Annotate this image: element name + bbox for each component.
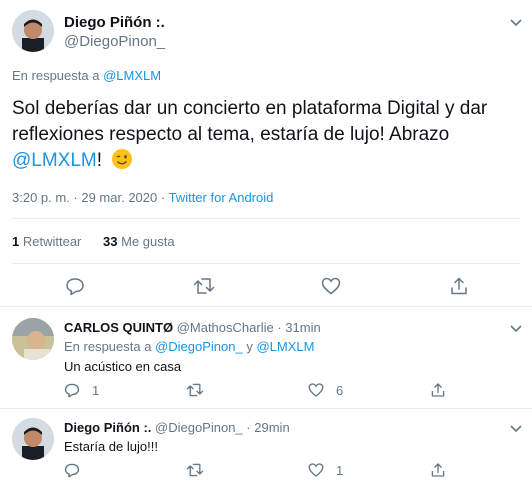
- reply-to-link[interactable]: @LMXLM: [103, 68, 161, 83]
- reply-header: CARLOS QUINTØ @MathosCharlie · 31min: [64, 320, 321, 335]
- author-name[interactable]: Diego Piñón :.: [64, 420, 151, 435]
- tweet-text: Sol deberías dar un concierto en platafo…: [12, 96, 522, 174]
- like-count: 1: [336, 462, 344, 478]
- retweets-stat[interactable]: 1 Retwittear: [12, 234, 85, 249]
- likes-stat[interactable]: 33 Me gusta: [103, 234, 175, 249]
- reply-text: Un acústico en casa: [64, 359, 182, 374]
- retweet-button[interactable]: [186, 382, 204, 398]
- reply-to-link[interactable]: @DiegoPinon_: [155, 339, 243, 354]
- reply-button[interactable]: [65, 276, 85, 296]
- mention-link[interactable]: @LMXLM: [12, 150, 97, 171]
- share-button[interactable]: [430, 382, 446, 398]
- reply-context: En respuesta a @DiegoPinon_ y @LMXLM: [64, 339, 314, 354]
- share-icon: [431, 463, 445, 477]
- author-handle[interactable]: @DiegoPinon_: [64, 33, 165, 50]
- like-count: 6: [336, 382, 344, 398]
- dot-separator: ·: [246, 420, 251, 435]
- share-icon: [451, 277, 467, 295]
- reply-header: Diego Piñón :. @DiegoPinon_ · 29min: [64, 420, 290, 435]
- retweet-button[interactable]: [186, 462, 204, 478]
- retweet-button[interactable]: [193, 276, 215, 296]
- source-link[interactable]: Twitter for Android: [169, 190, 274, 205]
- share-icon: [431, 383, 445, 397]
- author-handle[interactable]: @DiegoPinon_: [155, 420, 243, 435]
- reply-join: y: [242, 339, 257, 354]
- timestamp[interactable]: 3:20 p. m. · 29 mar. 2020 ·: [12, 190, 169, 205]
- like-button[interactable]: 1: [308, 462, 343, 478]
- like-icon: [321, 277, 341, 295]
- chevron-down-icon[interactable]: [508, 14, 524, 35]
- reply-count: 1: [92, 382, 100, 398]
- divider: [12, 263, 520, 264]
- divider: [0, 408, 532, 409]
- reply-context: En respuesta a @LMXLM: [12, 68, 161, 83]
- chevron-down-icon[interactable]: [508, 420, 524, 441]
- chevron-down-icon[interactable]: [508, 320, 524, 341]
- reply-icon: [64, 383, 80, 398]
- retweet-icon: [186, 383, 204, 397]
- reply-prefix: En respuesta a: [12, 68, 104, 83]
- reply-icon: [66, 278, 84, 296]
- retweets-count: 1: [12, 234, 20, 249]
- likes-count: 33: [103, 234, 118, 249]
- reply-button[interactable]: [64, 462, 80, 478]
- tweet-text-main: Sol deberías dar un concierto en platafo…: [12, 98, 488, 145]
- divider: [12, 218, 520, 219]
- share-button[interactable]: [430, 462, 446, 478]
- like-icon: [308, 463, 324, 477]
- tweet-text-after: !: [96, 150, 103, 171]
- retweets-label: Retwittear: [22, 234, 82, 249]
- share-button[interactable]: [449, 276, 469, 296]
- author-name[interactable]: Diego Piñón :.: [64, 14, 165, 31]
- wink-emoji-icon: [111, 148, 133, 170]
- reply-time[interactable]: 31min: [285, 320, 320, 335]
- reply-text: Estaría de lujo!!!: [64, 439, 158, 454]
- tweet-meta: 3:20 p. m. · 29 mar. 2020 · Twitter for …: [12, 190, 273, 205]
- author-name[interactable]: CARLOS QUINTØ: [64, 320, 173, 335]
- reply-button[interactable]: 1: [64, 382, 99, 398]
- like-icon: [308, 383, 324, 397]
- reply-icon: [64, 463, 80, 478]
- avatar[interactable]: [12, 318, 54, 360]
- like-button[interactable]: 6: [308, 382, 343, 398]
- likes-label: Me gusta: [121, 234, 175, 249]
- reply-to-link[interactable]: @LMXLM: [256, 339, 314, 354]
- engagement-stats: 1 Retwittear 33 Me gusta: [12, 234, 175, 249]
- author-handle[interactable]: @MathosCharlie: [177, 320, 274, 335]
- like-button[interactable]: [321, 276, 341, 296]
- divider: [0, 306, 532, 307]
- retweet-icon: [193, 278, 215, 294]
- avatar[interactable]: [12, 418, 54, 460]
- reply-time[interactable]: 29min: [254, 420, 289, 435]
- dot-separator: ·: [277, 320, 282, 335]
- retweet-icon: [186, 463, 204, 477]
- avatar[interactable]: [12, 10, 54, 52]
- reply-prefix: En respuesta a: [64, 339, 156, 354]
